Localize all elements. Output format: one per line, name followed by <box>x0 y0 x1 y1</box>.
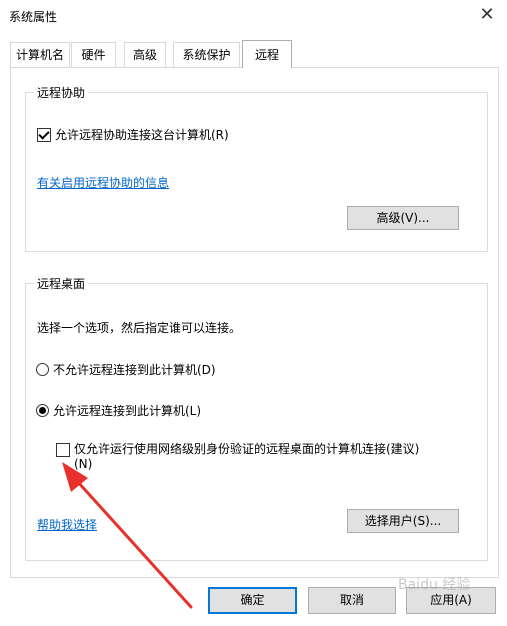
remote-assistance-group-label: 远程协助 <box>34 84 89 101</box>
allow-remote-assistance-row[interactable]: 允许远程协助连接这台计算机(R) <box>37 126 229 143</box>
tab-remote[interactable]: 远程 <box>242 40 292 68</box>
remote-desktop-instruction: 选择一个选项，然后指定谁可以连接。 <box>37 321 242 335</box>
watermark-logo: Baidu 经验 <box>398 577 470 593</box>
select-users-button[interactable]: 选择用户(S)... <box>347 509 459 533</box>
allow-remote-assistance-checkbox[interactable] <box>37 127 51 142</box>
remote-desktop-group: 远程桌面 选择一个选项，然后指定谁可以连接。 不允许远程连接到此计算机(D) 允… <box>25 275 488 561</box>
allow-remote-label[interactable]: 允许远程连接到此计算机(L) <box>53 402 201 419</box>
close-icon[interactable]: ✕ <box>472 2 502 28</box>
allow-remote-radio[interactable] <box>36 404 49 417</box>
allow-remote-row[interactable]: 允许远程连接到此计算机(L) <box>36 402 201 419</box>
watermark: Baidu 经验 <box>398 574 507 598</box>
tab-hardware[interactable]: 硬件 <box>71 42 116 67</box>
remote-desktop-group-label: 远程桌面 <box>34 275 89 292</box>
nla-label-line1[interactable]: 仅允许运行使用网络级别身份验证的远程桌面的计算机连接(建议) <box>74 442 419 457</box>
svg-text:Baidu 经验: Baidu 经验 <box>398 577 470 593</box>
tab-panel-remote: 远程协助 允许远程协助连接这台计算机(R) 有关启用远程协助的信息 高级(V).… <box>10 67 499 578</box>
window-title: 系统属性 <box>9 10 58 24</box>
deny-remote-label[interactable]: 不允许远程连接到此计算机(D) <box>53 361 216 378</box>
nla-label-line2[interactable]: (N) <box>74 457 419 472</box>
nla-checkbox[interactable] <box>56 443 70 457</box>
ok-button[interactable]: 确定 <box>208 587 297 614</box>
advanced-button[interactable]: 高级(V)... <box>347 206 459 230</box>
deny-remote-row[interactable]: 不允许远程连接到此计算机(D) <box>36 361 216 378</box>
cancel-button[interactable]: 取消 <box>308 587 396 614</box>
nla-row[interactable]: 仅允许运行使用网络级别身份验证的远程桌面的计算机连接(建议) (N) <box>56 442 419 472</box>
help-me-choose-link[interactable]: 帮助我选择 <box>37 516 97 533</box>
tab-computer-name[interactable]: 计算机名 <box>10 42 70 67</box>
tab-advanced[interactable]: 高级 <box>124 42 166 67</box>
title-bar: 系统属性 ✕ <box>0 0 507 32</box>
remote-assistance-group: 远程协助 允许远程协助连接这台计算机(R) 有关启用远程协助的信息 高级(V).… <box>25 84 488 252</box>
allow-remote-assistance-label[interactable]: 允许远程协助连接这台计算机(R) <box>55 126 229 143</box>
remote-assistance-info-link[interactable]: 有关启用远程协助的信息 <box>37 174 169 191</box>
system-properties-window: 系统属性 ✕ 计算机名 硬件 高级 系统保护 远程 远程协助 允许远程协助连接这… <box>0 0 507 626</box>
tab-system-protection[interactable]: 系统保护 <box>173 42 240 67</box>
nla-label[interactable]: 仅允许运行使用网络级别身份验证的远程桌面的计算机连接(建议) (N) <box>74 442 419 472</box>
deny-remote-radio[interactable] <box>36 363 49 376</box>
